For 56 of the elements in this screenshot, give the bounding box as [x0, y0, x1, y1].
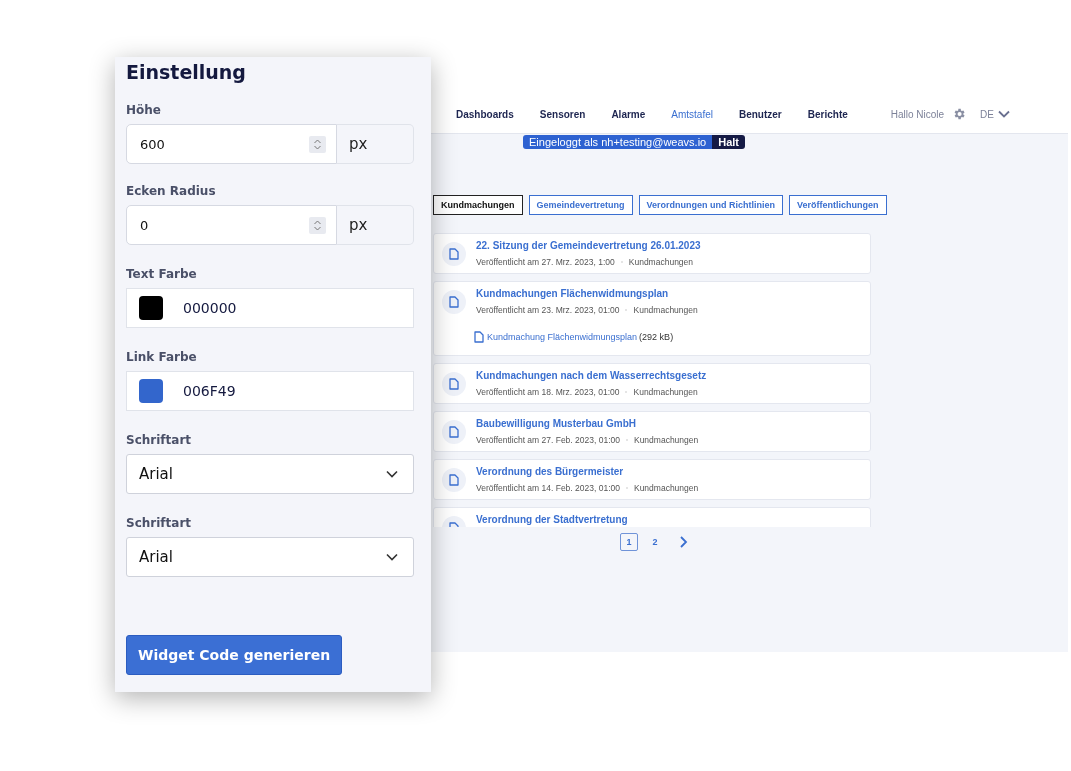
nav-link[interactable]: Benutzer	[738, 108, 782, 120]
field-label: Link Farbe	[126, 350, 198, 364]
nav-link[interactable]: Alarme	[611, 108, 646, 120]
stepper-icon[interactable]	[309, 216, 326, 234]
unit-label: px	[337, 205, 414, 245]
notice-title-link[interactable]: Verordnung des Bürgermeister	[476, 466, 699, 477]
field-label: Schriftart	[126, 433, 193, 447]
category-label: Kundmachungen	[628, 257, 694, 267]
color-swatch[interactable]	[139, 296, 163, 320]
greeting-text: Hallo Nicole	[890, 108, 945, 120]
publish-date: Veröffentlicht am 27. Feb. 2023, 01:00	[476, 435, 620, 445]
category-label: Kundmachungen	[633, 387, 698, 397]
category-label: Kundmachungen	[633, 483, 699, 493]
file-size: (292 kB)	[639, 332, 674, 342]
settings-icon[interactable]	[952, 107, 967, 121]
generate-code-button[interactable]: Widget Code generieren	[126, 635, 343, 675]
nav-link[interactable]: Dashboards	[456, 108, 514, 120]
nav-link[interactable]: Berichte	[807, 108, 848, 120]
page-button[interactable]: 2	[646, 533, 664, 551]
chevron-down-icon[interactable]	[998, 108, 1010, 120]
notice-title-link[interactable]: Kundmachungen nach dem Wasserrechtsgesetz	[476, 370, 707, 381]
nav-link[interactable]: Amtstafel	[671, 108, 713, 120]
number-field[interactable]: 600	[126, 124, 337, 164]
field-label: Ecken Radius	[126, 184, 217, 198]
field-label: Text Farbe	[126, 267, 198, 281]
attachment-link[interactable]: Kundmachung Flächenwidmungsplan	[487, 332, 638, 342]
filter-tab[interactable]: Kundmachungen	[433, 195, 523, 215]
halt-button[interactable]: Halt	[712, 135, 745, 149]
category-label: Kundmachungen	[633, 305, 698, 315]
language-selector[interactable]: DE	[980, 108, 994, 120]
publish-date: Veröffentlicht am 23. Mrz. 2023, 01:00	[476, 305, 620, 315]
color-swatch[interactable]	[139, 379, 163, 403]
unit-label: px	[337, 124, 414, 164]
filter-tab[interactable]: Gemeindevertretung	[528, 195, 633, 215]
filter-tab[interactable]: Veröffentlichungen	[789, 195, 887, 215]
publish-date: Veröffentlicht am 18. Mrz. 2023, 01:00	[476, 387, 620, 397]
notice-title-link[interactable]: Kundmachungen Flächenwidmungsplan	[476, 288, 698, 299]
nav-link[interactable]: Sensoren	[539, 108, 586, 120]
stepper-icon[interactable]	[309, 135, 326, 153]
font-select[interactable]: Arial	[126, 537, 414, 577]
notice-title-link[interactable]: Verordnung der Stadtvertretung	[476, 514, 628, 525]
login-banner: Eingeloggt als nh+testing@weavs.io	[523, 135, 713, 149]
notice-title-link[interactable]: 22. Sitzung der Gemeindevertretung 26.01.2023	[476, 240, 701, 251]
number-field[interactable]: 0	[126, 205, 337, 245]
notice-title-link[interactable]: Baubewilligung Musterbau GmbH	[476, 418, 699, 429]
field-label: Schriftart	[126, 516, 193, 530]
filter-tab[interactable]: Verordnungen und Richtlinien	[638, 195, 784, 215]
font-select[interactable]: Arial	[126, 454, 414, 494]
panel-title: Einstellung	[126, 61, 247, 83]
publish-date: Veröffentlicht am 27. Mrz. 2023, 1:00	[476, 257, 615, 267]
category-label: Kundmachungen	[633, 435, 699, 445]
page-button[interactable]: 1	[620, 533, 638, 551]
field-label: Höhe	[126, 103, 162, 117]
color-field[interactable]: 000000	[126, 288, 414, 328]
color-field[interactable]: 006F49	[126, 371, 414, 411]
publish-date: Veröffentlicht am 14. Feb. 2023, 01:00	[476, 483, 620, 493]
